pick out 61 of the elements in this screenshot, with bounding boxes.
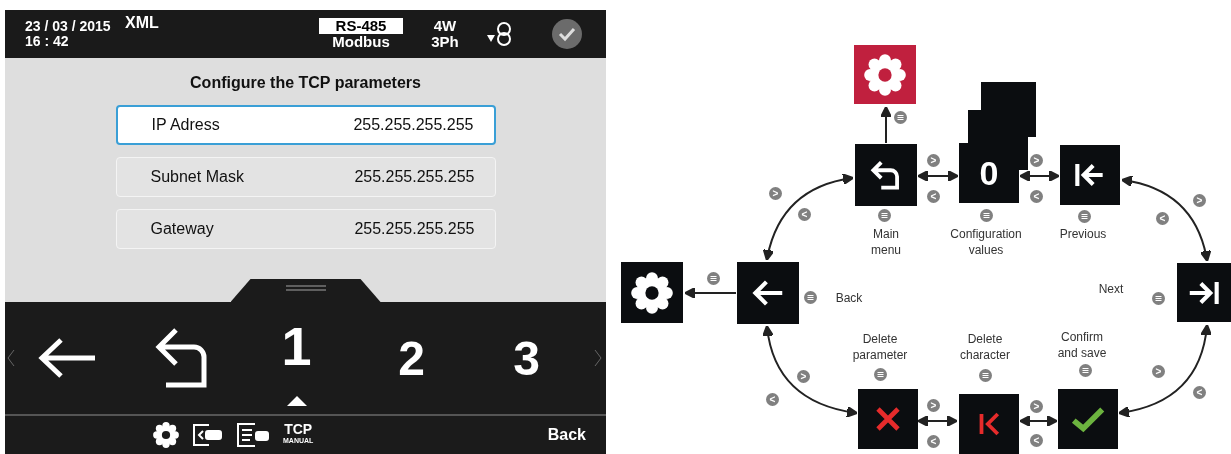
gear-icon[interactable] [153,422,179,448]
menu-badge-icon [1152,292,1165,305]
format-text: XML [125,14,160,32]
check-circle-icon [552,19,582,49]
gear-icon [631,271,673,314]
keypad-key[interactable]: 3 [469,308,584,408]
phases-text: 3Ph [431,34,459,50]
list-icon[interactable] [237,423,269,447]
back-button[interactable]: Back [547,426,586,444]
menu-badge-icon [979,369,992,382]
navigation-badge: < [766,393,779,406]
navigation-badge: > [769,187,782,200]
parameter-field[interactable]: IP Adress 255.255.255.255 [115,105,496,145]
navigation-badge: > [1030,400,1043,413]
wiring-text: 4W [433,18,457,34]
keypad-key[interactable]: 2 [354,308,469,408]
action-caption: Delete character [959,331,1011,363]
return-arrow-icon [153,327,210,389]
action-caption: Delete parameter [851,331,909,363]
navigation-badge: < [1030,434,1043,447]
navigation-badge: > [797,370,810,383]
form-title: Configure the TCP parameters [190,74,421,92]
action-caption: Main menu [870,226,902,258]
action-caption: Configuration values [949,226,1023,258]
navigation-badge: < [1193,386,1206,399]
date-text: 23 / 03 / 2015 [25,19,112,34]
navigation-badge: < [798,208,811,221]
action-caption: Next [1097,281,1125,297]
navigation-badge: < [927,190,940,203]
navigation-badge: < [927,435,940,448]
chevron-right-icon [594,349,602,367]
menu-badge-icon [707,272,720,285]
menu-badge-icon [874,368,887,381]
menu-badge-icon [878,209,891,222]
navigation-badge: > [1152,365,1165,378]
menu-badge-icon [1079,364,1092,377]
menu-badge-icon [980,209,993,222]
action-caption: Back [834,290,864,306]
navigation-badge: < [1156,212,1169,225]
navigation-badge: < [1030,190,1043,203]
navigation-badge: > [927,154,940,167]
menu-badge-icon [1078,210,1091,223]
parameter-field[interactable]: Subnet Mask 255.255.255.255 [115,157,496,197]
parameter-field[interactable]: Gateway 255.255.255.255 [115,209,496,249]
protocol-label: RS-485 [319,18,403,34]
navigation-badge: > [1193,194,1206,207]
digit-card: 0 [959,143,1019,203]
arrow-left-icon [36,336,97,380]
navigation-badge: > [927,399,940,412]
keypad-key[interactable]: 1 [239,308,354,408]
action-caption: Previous [1058,226,1108,242]
input-icon[interactable] [193,424,223,446]
chevron-left-icon [7,349,15,367]
menu-badge-icon [804,291,817,304]
menu-badge-icon [894,111,907,124]
selection-triangle-icon [286,396,307,406]
gear-icon [864,53,906,96]
action-caption: Confirm and save [1056,329,1108,361]
protocol-mode-text: Modbus [332,34,390,50]
time-text: 16 : 42 [25,34,70,49]
navigation-badge: > [1030,154,1043,167]
